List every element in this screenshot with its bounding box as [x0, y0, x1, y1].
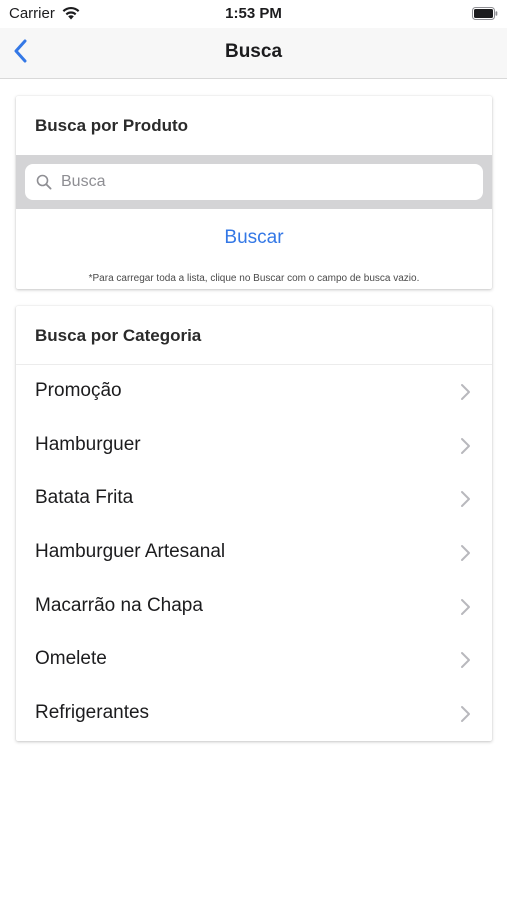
- chevron-right-icon: [460, 544, 471, 562]
- chevron-right-icon: [460, 383, 471, 401]
- buscar-button[interactable]: Buscar: [16, 227, 492, 249]
- category-item-label: Batata Frita: [35, 487, 134, 509]
- category-item-batata-frita[interactable]: Batata Frita: [16, 472, 492, 526]
- status-bar: Carrier 1:53 PM: [0, 0, 507, 28]
- chevron-right-icon: [460, 705, 471, 723]
- search-input[interactable]: [61, 164, 471, 200]
- battery-icon: [472, 7, 498, 20]
- product-search-card: Busca por Produto Buscar *Para carregar …: [16, 96, 492, 289]
- category-item-macarrao-na-chapa[interactable]: Macarrão na Chapa: [16, 580, 492, 634]
- category-item-hamburguer[interactable]: Hamburguer: [16, 419, 492, 473]
- search-icon: [36, 174, 52, 190]
- chevron-right-icon: [460, 651, 471, 669]
- category-search-heading: Busca por Categoria: [35, 326, 202, 345]
- search-bar: [16, 155, 492, 209]
- category-item-label: Refrigerantes: [35, 702, 150, 724]
- category-item-label: Promoção: [35, 380, 122, 401]
- category-item-promocao[interactable]: Promoção: [16, 365, 492, 419]
- product-search-heading: Busca por Produto: [35, 116, 189, 135]
- category-item-omelete[interactable]: Omelete: [16, 633, 492, 687]
- category-item-hamburguer-artesanal[interactable]: Hamburguer Artesanal: [16, 526, 492, 580]
- category-item-label: Macarrão na Chapa: [35, 594, 203, 616]
- navigation-bar: Busca: [0, 28, 507, 79]
- search-field-container[interactable]: [25, 164, 483, 200]
- category-list: Promoção Hamburguer Batata Frita Hamburg…: [16, 365, 492, 741]
- category-item-label: Hamburguer: [35, 433, 141, 455]
- category-search-card: Busca por Categoria Promoção Hamburguer …: [16, 306, 492, 741]
- clock-time: 1:53 PM: [225, 5, 282, 22]
- category-item-label: Hamburguer Artesanal: [35, 541, 226, 563]
- category-item-refrigerantes[interactable]: Refrigerantes: [16, 687, 492, 741]
- chevron-right-icon: [460, 437, 471, 455]
- page-title: Busca: [224, 41, 283, 62]
- search-hint: *Para carregar toda a lista, clique no B…: [88, 273, 420, 284]
- chevron-right-icon: [460, 490, 471, 508]
- chevron-right-icon: [460, 598, 471, 616]
- category-item-label: Omelete: [35, 648, 107, 670]
